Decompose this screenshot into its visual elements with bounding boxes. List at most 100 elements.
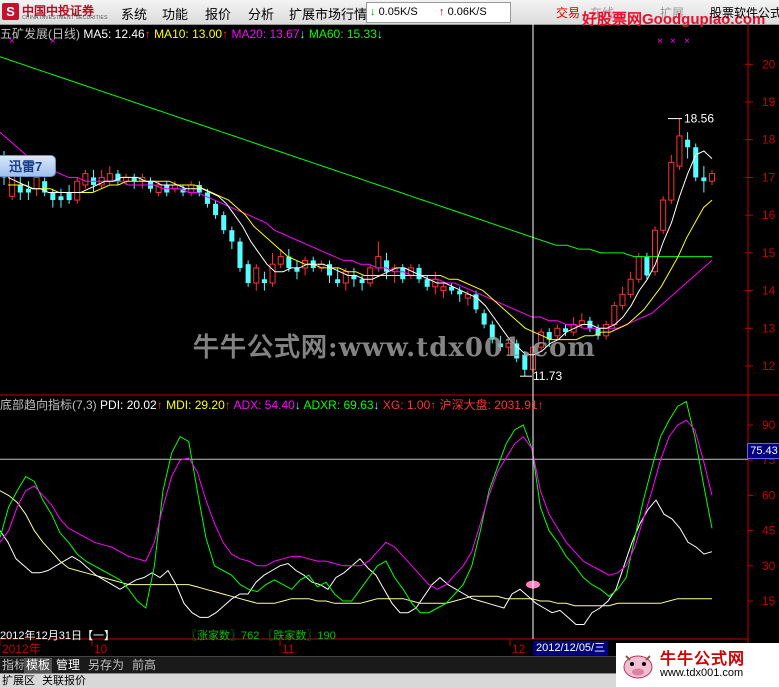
candle-body-down bbox=[50, 192, 56, 201]
candle-body-down bbox=[424, 279, 430, 287]
candle-body-up bbox=[82, 173, 89, 186]
candle-body-down bbox=[701, 177, 707, 182]
menu-trade[interactable]: 交易 bbox=[556, 4, 580, 21]
candle-body-up bbox=[375, 256, 382, 269]
ma5-up-icon: ↑ bbox=[144, 27, 151, 41]
menu-quote[interactable]: 报价 bbox=[205, 4, 231, 23]
candle-body-down bbox=[66, 192, 72, 201]
tab-previous-high[interactable]: 前高 bbox=[130, 658, 158, 673]
candle-body-up bbox=[708, 173, 716, 182]
candle-body-down bbox=[25, 188, 31, 193]
ma20-down-icon: ↓ bbox=[299, 27, 306, 41]
status-extension-area[interactable]: 扩展区 bbox=[2, 674, 35, 688]
candle-body-up bbox=[627, 278, 634, 295]
download-speed: ↓ 0.05K/S bbox=[370, 6, 418, 18]
status-linked-quote[interactable]: 关联报价 bbox=[42, 674, 86, 688]
candle-body-up bbox=[171, 184, 178, 190]
candle-body-up bbox=[611, 305, 618, 326]
xg-signal-marker: × bbox=[670, 36, 676, 47]
candle-body-up bbox=[619, 293, 626, 307]
index-up-icon: ↑ bbox=[537, 398, 544, 412]
adxr-line bbox=[0, 490, 712, 607]
x-tick-label: 2012年 bbox=[2, 642, 41, 656]
price-tick-label: 13 bbox=[762, 321, 776, 335]
adx-line bbox=[0, 419, 713, 590]
broker-logo: S 中国中投证券 CHINA INVESTMENT SECURITIES bbox=[2, 2, 108, 22]
adxr-label: ADXR: 69.63 bbox=[303, 398, 374, 412]
rise-fall-count: 〖涨家数〗762 〖跌家数〗190 bbox=[186, 630, 336, 642]
candle-body-up bbox=[277, 256, 284, 265]
candle-body-down bbox=[685, 139, 691, 148]
xg-signal-marker: × bbox=[657, 36, 663, 47]
candle-body-down bbox=[261, 279, 267, 284]
xunlei-float-button[interactable]: 迅雷7 bbox=[0, 155, 56, 177]
x-tick-label: 12 bbox=[512, 642, 526, 656]
index-label: 沪深大盘: 2031.91 bbox=[439, 398, 538, 412]
candle-body-up bbox=[440, 286, 447, 292]
tdx001-logo-title: 牛牛公式网 bbox=[660, 649, 746, 668]
price-tick-label: 15 bbox=[762, 246, 776, 260]
candle-body-down bbox=[17, 184, 23, 193]
stock-title: 五矿发展(日线) bbox=[0, 27, 80, 41]
xg-signal-marker: × bbox=[684, 36, 690, 47]
adxr-down-icon: ↓ bbox=[373, 398, 380, 412]
candle-body-up bbox=[33, 176, 40, 190]
candle-body-up bbox=[603, 324, 610, 337]
top-right-label: 股票软件公式 bbox=[710, 6, 779, 20]
candle-body-down bbox=[131, 177, 137, 182]
ma10-up-icon: ↑ bbox=[222, 27, 229, 41]
upload-speed: ↑ 0.06K/S bbox=[439, 6, 487, 18]
high-price-label: 18.56 bbox=[684, 112, 714, 126]
menu-bar: S 中国中投证券 CHINA INVESTMENT SECURITIES 系统 … bbox=[0, 0, 779, 28]
tab-manage[interactable]: 管理 bbox=[54, 658, 82, 673]
tdx001-logo-url: www.tdx001.com bbox=[660, 667, 744, 679]
menu-function[interactable]: 功能 bbox=[162, 4, 188, 23]
ma10-line bbox=[8, 180, 713, 341]
tab-save-as[interactable]: 另存为 bbox=[86, 658, 126, 673]
mdi-label: MDI: 29.20 bbox=[166, 398, 225, 412]
candle-body-up bbox=[269, 263, 276, 284]
main-legend: 五矿发展(日线) MA5: 12.46↑ MA10: 13.00↑ MA20: … bbox=[0, 25, 383, 42]
indicator-tick-label: 90 bbox=[762, 418, 776, 432]
indicator-tick-label: 15 bbox=[762, 594, 776, 608]
tab-template[interactable]: 模板 bbox=[24, 658, 53, 673]
menu-analysis[interactable]: 分析 bbox=[248, 4, 274, 23]
candle-body-down bbox=[335, 279, 341, 284]
xg-label: XG: 1.00 bbox=[382, 398, 431, 412]
network-speed-box: ↓ 0.05K/S ↑ 0.06K/S bbox=[366, 2, 511, 23]
x-tick-label: 10 bbox=[94, 642, 108, 656]
ma20-line bbox=[0, 131, 713, 329]
candle-body-down bbox=[221, 215, 227, 231]
price-tick-label: 18 bbox=[762, 133, 776, 147]
ma10-label: MA10: 13.00 bbox=[154, 27, 223, 41]
mdi-up-icon: ↑ bbox=[224, 398, 231, 412]
menu-system[interactable]: 系统 bbox=[121, 4, 147, 23]
down-arrow-icon: ↓ bbox=[370, 6, 376, 18]
candle-body-up bbox=[635, 256, 642, 280]
tdx001-watermark: 牛牛公式网:www.tdx001.com bbox=[193, 333, 596, 363]
date-info: 2012年12月31日【一】 bbox=[0, 630, 115, 642]
low-price-label: 11.73 bbox=[533, 369, 562, 383]
xg-up-icon: ↑ bbox=[430, 398, 437, 412]
indicator-tick-label: 45 bbox=[762, 524, 776, 538]
cow-logo-icon bbox=[623, 655, 653, 679]
up-arrow-icon: ↑ bbox=[439, 6, 445, 18]
pdi-up-icon: ↑ bbox=[156, 398, 163, 412]
candle-body-up bbox=[676, 135, 683, 167]
price-tick-label: 12 bbox=[762, 359, 776, 373]
candle-body-down bbox=[229, 230, 235, 242]
candle-body-up bbox=[106, 173, 113, 182]
price-tick-label: 20 bbox=[762, 57, 776, 71]
candle-body-down bbox=[294, 267, 300, 272]
candle-body-up bbox=[660, 199, 667, 231]
pdi-label: PDI: 20.02 bbox=[100, 398, 157, 412]
price-tick-label: 19 bbox=[762, 95, 776, 109]
ma60-line bbox=[0, 56, 712, 258]
ma60-label: MA60: 15.33 bbox=[308, 27, 377, 41]
ma60-down-icon: ↓ bbox=[376, 27, 383, 41]
menu-extended-market[interactable]: 扩展市场行情 bbox=[289, 4, 367, 23]
broker-name-en: CHINA INVESTMENT SECURITIES bbox=[22, 15, 108, 21]
candle-body-down bbox=[383, 260, 390, 272]
ma5-label: MA5: 12.46 bbox=[83, 27, 145, 41]
indicator-name: 底部趋向指标(7,3) bbox=[0, 398, 97, 412]
